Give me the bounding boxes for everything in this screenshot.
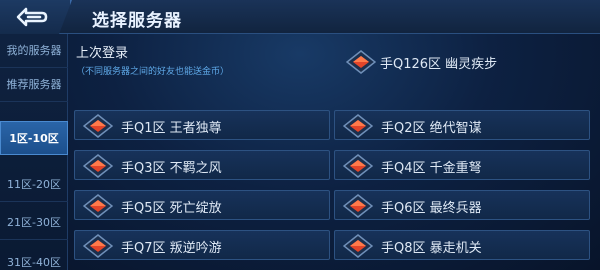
server-status-icon bbox=[83, 154, 113, 178]
last-login-server[interactable]: 手Q126区 幽灵疾步 bbox=[340, 48, 590, 76]
back-arrow-icon bbox=[16, 7, 48, 27]
last-login-note: （不同服务器之间的好友也能送金币） bbox=[76, 67, 230, 77]
last-server-label: 手Q126区 幽灵疾步 bbox=[380, 57, 498, 72]
server-label: 手Q5区 死亡绽放 bbox=[121, 201, 222, 216]
server-item-q1[interactable]: 手Q1区 王者独尊 bbox=[74, 110, 330, 140]
server-status-icon bbox=[83, 234, 113, 258]
server-label: 手Q6区 最终兵器 bbox=[381, 201, 482, 216]
server-status-icon bbox=[346, 50, 376, 74]
server-status-icon bbox=[83, 114, 113, 138]
server-label: 手Q2区 绝代智谋 bbox=[381, 121, 482, 136]
server-status-icon bbox=[343, 114, 373, 138]
sidebar-item-my-servers[interactable]: 我的服务器 bbox=[0, 34, 68, 68]
server-item-q7[interactable]: 手Q7区 叛逆吟游 bbox=[74, 230, 330, 260]
server-status-icon bbox=[343, 234, 373, 258]
server-status-icon bbox=[83, 194, 113, 218]
header-bar: 选择服务器 bbox=[0, 0, 600, 34]
server-status-icon bbox=[343, 194, 373, 218]
server-select-screen: 选择服务器 我的服务器 推荐服务器 1区-10区 11区-20区 21区-30区… bbox=[0, 0, 600, 270]
page-title: 选择服务器 bbox=[92, 11, 182, 31]
last-login-label: 上次登录 bbox=[76, 46, 129, 61]
server-label: 手Q8区 暴走机关 bbox=[381, 241, 482, 256]
sidebar-item-1-10[interactable]: 1区-10区 bbox=[0, 121, 68, 155]
server-item-q5[interactable]: 手Q5区 死亡绽放 bbox=[74, 190, 330, 220]
server-label: 手Q1区 王者独尊 bbox=[121, 121, 222, 136]
back-button[interactable] bbox=[0, 0, 72, 34]
server-label: 手Q3区 不羁之风 bbox=[121, 161, 222, 176]
server-status-icon bbox=[343, 154, 373, 178]
server-item-q4[interactable]: 手Q4区 千金重弩 bbox=[334, 150, 590, 180]
sidebar-item-recommended[interactable]: 推荐服务器 bbox=[0, 68, 68, 102]
server-list-panel: 上次登录 （不同服务器之间的好友也能送金币） 手Q126区 幽灵疾步 手Q1区 … bbox=[68, 34, 600, 270]
server-label: 手Q4区 千金重弩 bbox=[381, 161, 482, 176]
sidebar-item-31-40[interactable]: 31区-40区 bbox=[0, 246, 68, 270]
sidebar-item-11-20[interactable]: 11区-20区 bbox=[0, 168, 68, 202]
server-range-sidebar: 我的服务器 推荐服务器 1区-10区 11区-20区 21区-30区 31区-4… bbox=[0, 34, 68, 270]
server-item-q2[interactable]: 手Q2区 绝代智谋 bbox=[334, 110, 590, 140]
sidebar-item-21-30[interactable]: 21区-30区 bbox=[0, 206, 68, 240]
server-item-q6[interactable]: 手Q6区 最终兵器 bbox=[334, 190, 590, 220]
server-item-q8[interactable]: 手Q8区 暴走机关 bbox=[334, 230, 590, 260]
server-item-q3[interactable]: 手Q3区 不羁之风 bbox=[74, 150, 330, 180]
server-label: 手Q7区 叛逆吟游 bbox=[121, 241, 222, 256]
